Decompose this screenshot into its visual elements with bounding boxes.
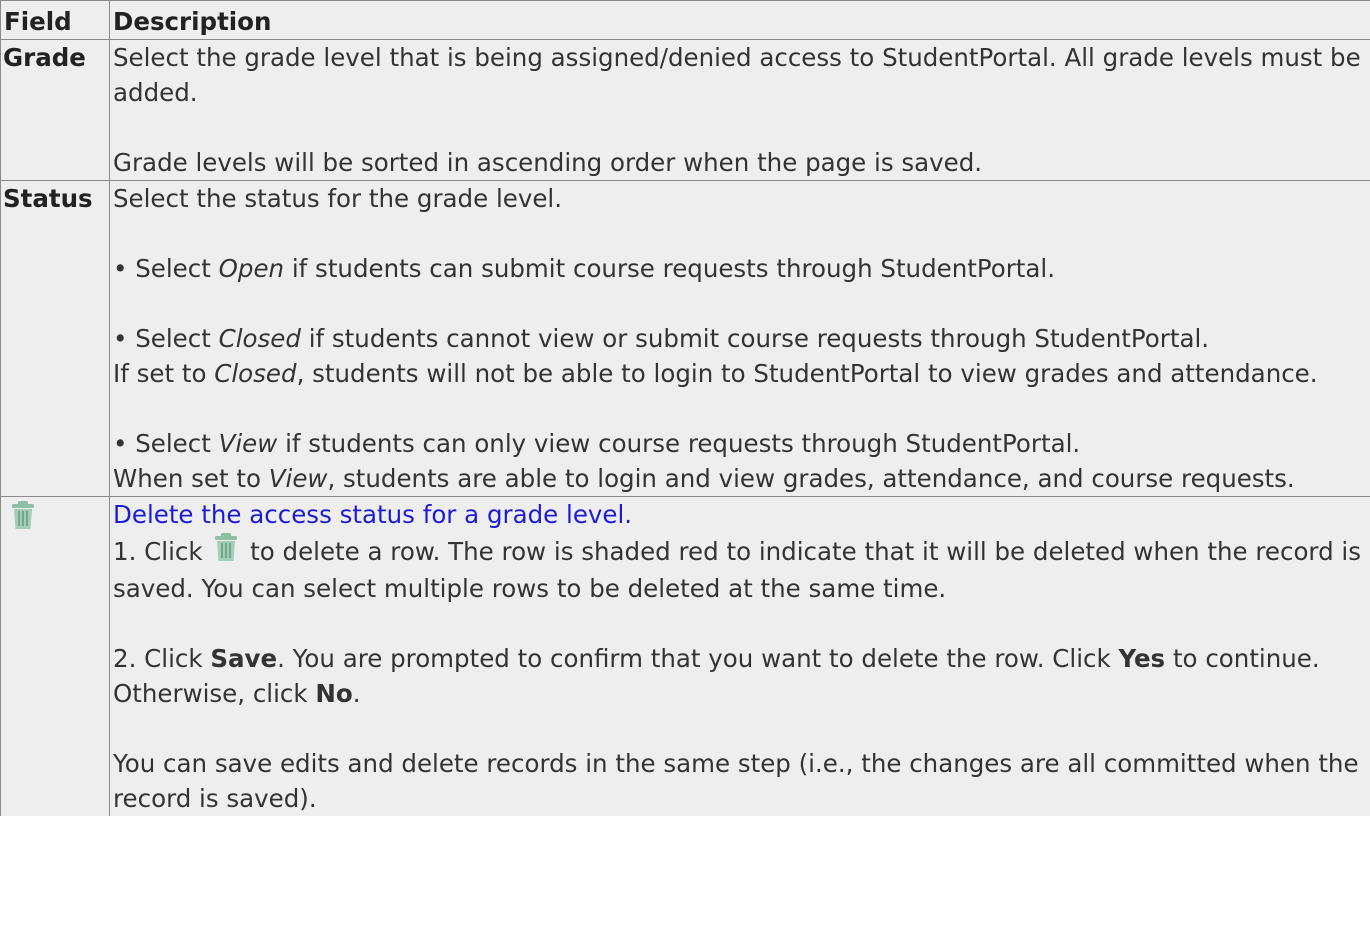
description-grade: Select the grade level that is being ass… — [109, 39, 1370, 181]
grade-select-text: Select the grade level that is being ass… — [113, 43, 1361, 107]
delete-step-2: 2. Click Save. You are prompted to confi… — [113, 644, 1320, 708]
table-row-status: Status Select the status for the grade l… — [0, 180, 1370, 497]
field-status: Status — [0, 180, 110, 497]
field-description-table: Field Description Grade Select the grade… — [0, 0, 1370, 816]
table-row-delete: Delete the access status for a grade lev… — [0, 496, 1370, 816]
delete-note: You can save edits and delete records in… — [113, 749, 1359, 813]
table-row-grade: Grade Select the grade level that is bei… — [0, 39, 1370, 181]
field-delete-icon-cell — [0, 496, 110, 816]
description-delete: Delete the access status for a grade lev… — [109, 496, 1370, 816]
trash-icon[interactable] — [214, 532, 238, 571]
delete-link[interactable]: Delete the access status for a grade lev… — [113, 497, 1367, 532]
status-open-text: • Select Open if students can submit cou… — [113, 254, 1056, 283]
field-grade: Grade — [0, 39, 110, 181]
table-header-row: Field Description — [0, 0, 1370, 40]
delete-step-1: 1. Click to delete a row. The row is sha… — [113, 532, 1367, 606]
trash-icon[interactable] — [11, 500, 35, 539]
field-column-header: Field — [0, 0, 110, 40]
grade-sort-text: Grade levels will be sorted in ascending… — [113, 148, 983, 177]
status-select-text: Select the status for the grade level. — [113, 184, 563, 213]
description-column-header: Description — [109, 0, 1370, 40]
description-status: Select the status for the grade level. •… — [109, 180, 1370, 497]
status-view-text: • Select View if students can only view … — [113, 429, 1295, 493]
status-closed-text: • Select Closed if students cannot view … — [113, 324, 1318, 388]
